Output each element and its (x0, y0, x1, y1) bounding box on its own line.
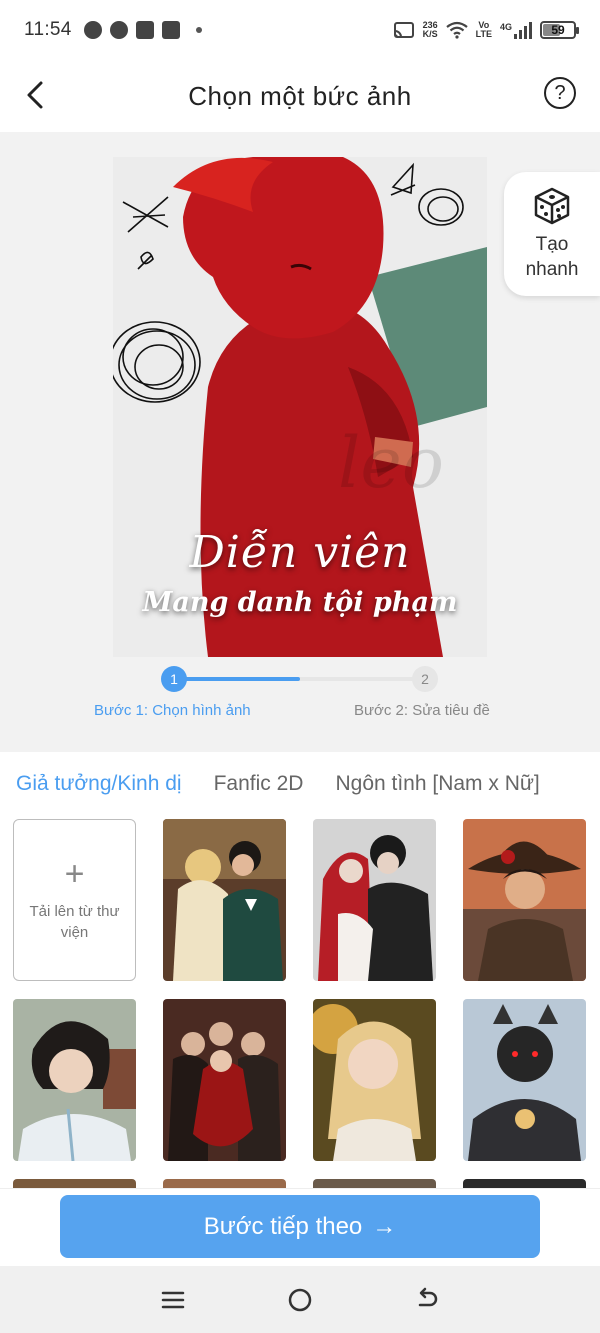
gallery-image[interactable] (163, 819, 286, 981)
volte-bottom: LTE (475, 29, 492, 39)
cover-preview: leo Diễn viên Mang danh tội phạm (113, 157, 487, 657)
signal-icon: 4G (499, 21, 532, 39)
net-speed-unit: K/S (422, 29, 438, 39)
status-bar: 11:54 236 K/S Vo LTE 4G 59 (0, 0, 600, 60)
quick-create-label-line2: nhanh (525, 259, 579, 280)
quick-create-button[interactable]: Tạo nhanh (504, 172, 600, 296)
dice-icon (534, 187, 570, 225)
back-arrow-icon (418, 1287, 437, 1306)
back-nav-button[interactable] (407, 1280, 447, 1320)
gallery-image[interactable] (163, 999, 286, 1161)
notification-icons (83, 21, 202, 39)
thumbnail-image (313, 999, 436, 1161)
step-track (174, 677, 425, 681)
cover-title-line1: Diễn viên (189, 527, 411, 578)
menu-lines-icon (162, 1291, 185, 1308)
status-right: 236 K/S Vo LTE 4G 59 (393, 21, 579, 39)
category-tabs: Giả tưởng/Kinh dị Fanfic 2D Ngôn tình [N… (0, 752, 600, 816)
home-circle-icon (288, 1288, 312, 1311)
back-button[interactable] (18, 78, 52, 112)
gallery-image[interactable] (163, 1179, 286, 1188)
thumbnail-image (463, 819, 586, 981)
thumbnail-image (13, 999, 136, 1161)
chevron-left-icon (27, 81, 43, 109)
thumbnail-image (163, 819, 286, 981)
cover-title-line2: Mang danh tội phạm (142, 587, 458, 618)
status-time: 11:54 (24, 19, 72, 40)
messenger-icon (109, 21, 128, 39)
video-call-icon (135, 21, 154, 39)
gallery-image[interactable] (463, 1179, 586, 1188)
stepper: 1 2 Bước 1: Chọn hình ảnh Bước 2: Sửa ti… (0, 662, 600, 722)
app-header: Chọn một bức ảnh ? (0, 60, 600, 132)
tab-fanfic-2d[interactable]: Fanfic 2D (214, 772, 304, 796)
help-button[interactable]: ? (544, 77, 576, 109)
gallery-image[interactable] (13, 1179, 136, 1188)
gallery-image[interactable] (313, 1179, 436, 1188)
facebook-icon (83, 21, 102, 39)
cover-artwork: leo (113, 157, 487, 657)
system-nav-bar (0, 1266, 600, 1333)
gallery-image[interactable] (313, 999, 436, 1161)
cast-icon (393, 22, 414, 38)
next-step-label: Bước tiếp theo (203, 1212, 363, 1240)
gallery-image[interactable] (463, 999, 586, 1161)
step-1-indicator: 1 (161, 666, 187, 692)
battery-level: 59 (551, 23, 565, 37)
image-gallery: Giả tưởng/Kinh dị Fanfic 2D Ngôn tình [N… (0, 752, 600, 1188)
more-notifications-dot-icon (195, 27, 202, 33)
step-1-label: Bước 1: Chọn hình ảnh (94, 702, 251, 719)
thumbnail-image (163, 999, 286, 1161)
tab-romance[interactable]: Ngôn tình [Nam x Nữ] (335, 772, 539, 796)
page-title: Chọn một bức ảnh (188, 80, 412, 111)
gallery-image[interactable] (463, 819, 586, 981)
thumbnail-image (463, 999, 586, 1161)
thumbnail-image (313, 819, 436, 981)
home-button[interactable] (280, 1280, 320, 1320)
step-2-indicator: 2 (412, 666, 438, 692)
next-step-button[interactable]: Bước tiếp theo → (60, 1195, 540, 1258)
help-icon: ? (554, 81, 566, 104)
network-type: 4G (499, 21, 512, 32)
wifi-icon (445, 21, 468, 39)
cover-watermark: leo (338, 422, 444, 504)
arrow-right-icon: → (372, 1212, 397, 1240)
battery-icon: 59 (540, 21, 579, 39)
bottom-action-bar: Bước tiếp theo → (0, 1188, 600, 1266)
step-2-label: Bước 2: Sửa tiêu đề (354, 702, 490, 719)
upload-from-library-button[interactable]: + Tải lên từ thư viện (13, 819, 136, 981)
plus-icon: + (64, 855, 85, 893)
quick-create-label-line1: Tạo (535, 234, 569, 255)
preview-area: leo Diễn viên Mang danh tội phạm Tạo nha… (0, 132, 600, 752)
shopping-bag-icon (161, 21, 180, 39)
recent-apps-button[interactable] (153, 1280, 193, 1320)
net-speed: 236 K/S (423, 21, 438, 39)
upload-label: Tải lên từ thư viện (29, 903, 120, 941)
quick-create-label: Tạo nhanh (526, 232, 579, 282)
gallery-image[interactable] (13, 999, 136, 1161)
gallery-image[interactable] (313, 819, 436, 981)
volte-indicator: Vo LTE (476, 21, 492, 39)
tab-fantasy-horror[interactable]: Giả tưởng/Kinh dị (16, 772, 182, 796)
step-progress (174, 677, 300, 681)
